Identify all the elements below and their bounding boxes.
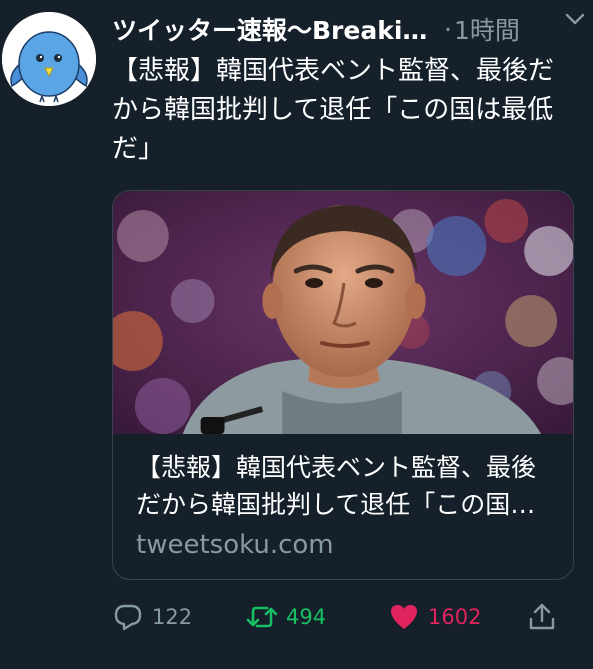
chevron-down-icon[interactable] xyxy=(561,4,589,32)
reply-count: 122 xyxy=(152,605,193,629)
link-card[interactable]: 【悲報】韓国代表ベント監督、最後だから韓国批判して退任「この国は最低だ」 twe… xyxy=(112,190,574,580)
card-image xyxy=(113,191,573,434)
tweet-header: ツイッター速報〜Breaking News · 1時間 xyxy=(112,10,584,48)
action-bar: 122 494 1602 xyxy=(112,597,582,637)
retweet-count: 494 xyxy=(286,605,327,629)
card-title: 【悲報】韓国代表ベント監督、最後だから韓国批判して退任「この国は最低だ」 xyxy=(136,453,536,519)
like-count: 1602 xyxy=(428,605,482,629)
tweet-timestamp[interactable]: 1時間 xyxy=(454,11,520,47)
tweet[interactable]: ツイッター速報〜Breaking News · 1時間 【悲報】韓国代表ベント監… xyxy=(0,0,593,669)
avatar[interactable] xyxy=(2,12,96,106)
card-domain: tweetsoku.com xyxy=(136,530,334,560)
retweet-icon xyxy=(246,606,278,628)
retweet-button[interactable]: 494 xyxy=(246,597,326,637)
share-button[interactable] xyxy=(526,597,558,637)
author-name[interactable]: ツイッター速報〜Breaking News xyxy=(112,11,430,47)
tweet-text: 【悲報】韓国代表ベント監督、最後だから韓国批判して退任「この国は最低だ」 xyxy=(112,56,555,164)
card-info: 【悲報】韓国代表ベント監督、最後だから韓国批判して退任「この国は最低だ」 twe… xyxy=(136,449,536,565)
share-icon xyxy=(529,603,555,630)
reply-button[interactable]: 122 xyxy=(112,597,192,637)
blue-bird-avatar-icon xyxy=(2,12,96,106)
reply-icon xyxy=(114,604,142,631)
heart-icon xyxy=(391,605,417,629)
header-separator: · xyxy=(444,14,452,44)
like-button[interactable]: 1602 xyxy=(388,597,481,637)
